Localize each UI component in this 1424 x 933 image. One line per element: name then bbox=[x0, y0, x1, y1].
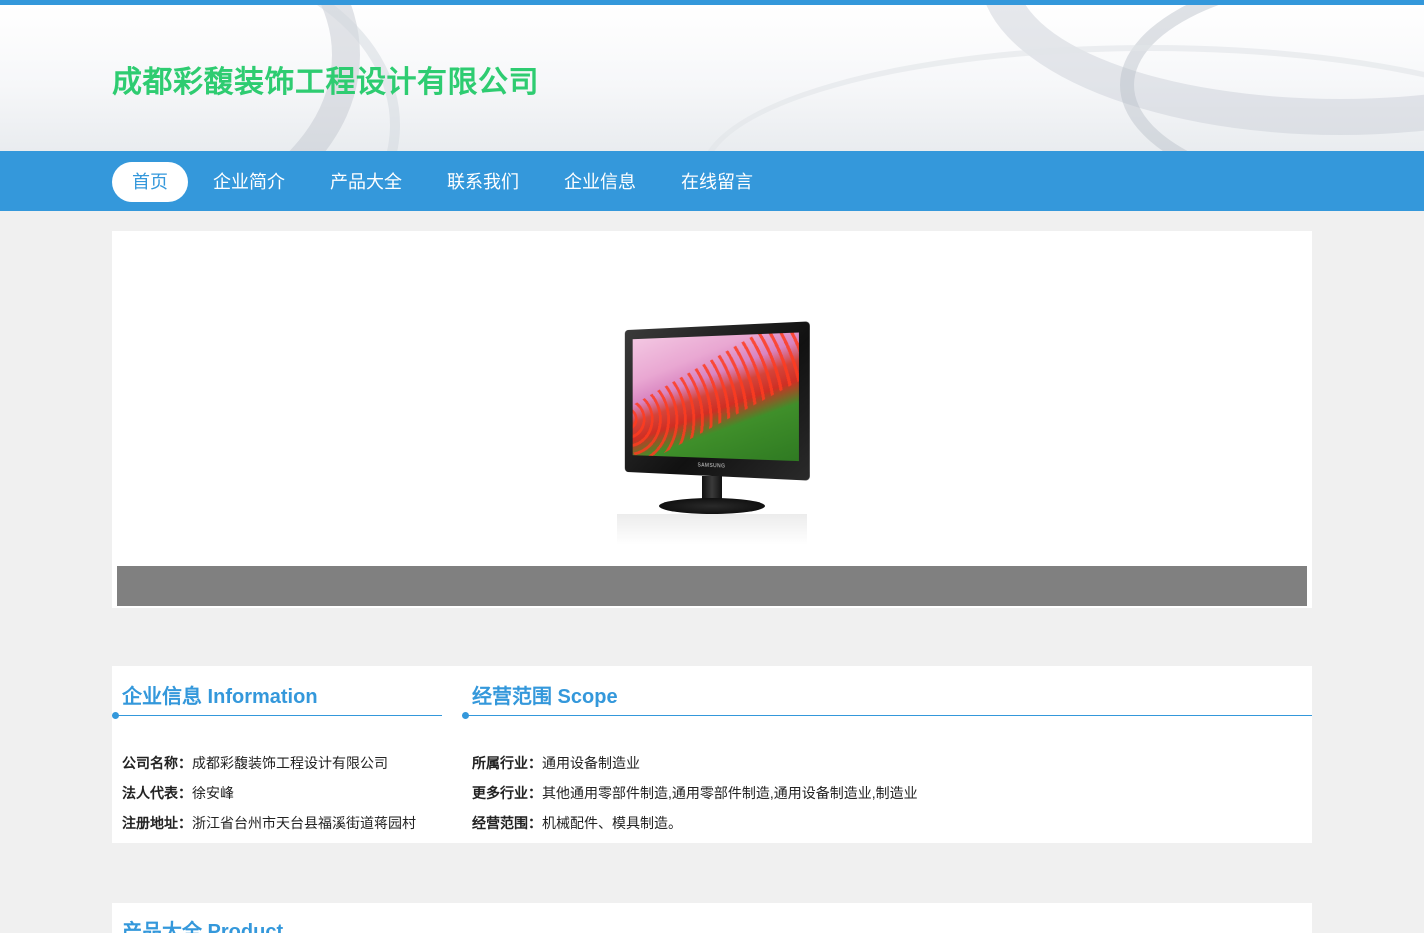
scope-row-more-industries: 更多行业：其他通用零部件制造,通用零部件制造,通用设备制造业,制造业 bbox=[472, 778, 918, 808]
nav-item-home[interactable]: 首页 bbox=[112, 162, 188, 202]
company-info-card: 企业信息 Information 公司名称：成都彩馥装饰工程设计有限公司 法人代… bbox=[112, 666, 1312, 843]
monitor-stand bbox=[659, 498, 765, 514]
banner-slider[interactable]: SAMSUNG bbox=[112, 231, 1312, 608]
scope-value: 机械配件、模具制造。 bbox=[542, 815, 682, 831]
scope-divider bbox=[462, 715, 1312, 716]
banner-caption-bar bbox=[117, 566, 1307, 606]
info-title: 企业信息 Information bbox=[122, 680, 318, 709]
info-divider bbox=[112, 715, 442, 716]
info-row-address: 注册地址：浙江省台州市天台县福溪街道蒋园村 bbox=[122, 808, 416, 838]
scope-value: 其他通用零部件制造,通用零部件制造,通用设备制造业,制造业 bbox=[542, 785, 918, 801]
products-card: 产品大全 Product bbox=[112, 903, 1312, 933]
nav-item-message[interactable]: 在线留言 bbox=[661, 162, 773, 202]
monitor-reflection bbox=[617, 514, 807, 544]
nav-item-company-info[interactable]: 企业信息 bbox=[544, 162, 656, 202]
monitor-brand-logo: SAMSUNG bbox=[698, 462, 726, 469]
info-label: 注册地址： bbox=[122, 815, 192, 831]
nav-item-contact[interactable]: 联系我们 bbox=[427, 162, 539, 202]
info-value: 徐安峰 bbox=[192, 785, 234, 801]
info-divider-dot bbox=[112, 712, 119, 719]
scope-label: 更多行业： bbox=[472, 785, 542, 801]
scope-title: 经营范围 Scope bbox=[472, 680, 618, 709]
scope-row-business-scope: 经营范围：机械配件、模具制造。 bbox=[472, 808, 918, 838]
info-label: 公司名称： bbox=[122, 755, 192, 771]
site-header: 成都彩馥装饰工程设计有限公司 bbox=[0, 5, 1424, 151]
nav-item-about[interactable]: 企业简介 bbox=[193, 162, 305, 202]
site-title[interactable]: 成都彩馥装饰工程设计有限公司 bbox=[112, 57, 539, 101]
nav-item-products[interactable]: 产品大全 bbox=[310, 162, 422, 202]
main-nav: 首页 企业简介 产品大全 联系我们 企业信息 在线留言 bbox=[0, 151, 1424, 211]
monitor-screen bbox=[633, 332, 799, 461]
info-row-company-name: 公司名称：成都彩馥装饰工程设计有限公司 bbox=[122, 748, 416, 778]
flower-field bbox=[633, 332, 799, 461]
header-decoration bbox=[700, 45, 1424, 151]
scope-divider-dot bbox=[462, 712, 469, 719]
monitor-image: SAMSUNG bbox=[617, 326, 817, 546]
info-label: 法人代表： bbox=[122, 785, 192, 801]
info-value: 浙江省台州市天台县福溪街道蒋园村 bbox=[192, 815, 416, 831]
monitor-bezel: SAMSUNG bbox=[625, 321, 810, 480]
scope-label: 所属行业： bbox=[472, 755, 542, 771]
scope-row-industry: 所属行业：通用设备制造业 bbox=[472, 748, 918, 778]
info-value: 成都彩馥装饰工程设计有限公司 bbox=[192, 755, 388, 771]
info-row-legal-rep: 法人代表：徐安峰 bbox=[122, 778, 416, 808]
products-title[interactable]: 产品大全 Product bbox=[122, 915, 283, 933]
scope-value: 通用设备制造业 bbox=[542, 755, 640, 771]
scope-label: 经营范围： bbox=[472, 815, 542, 831]
